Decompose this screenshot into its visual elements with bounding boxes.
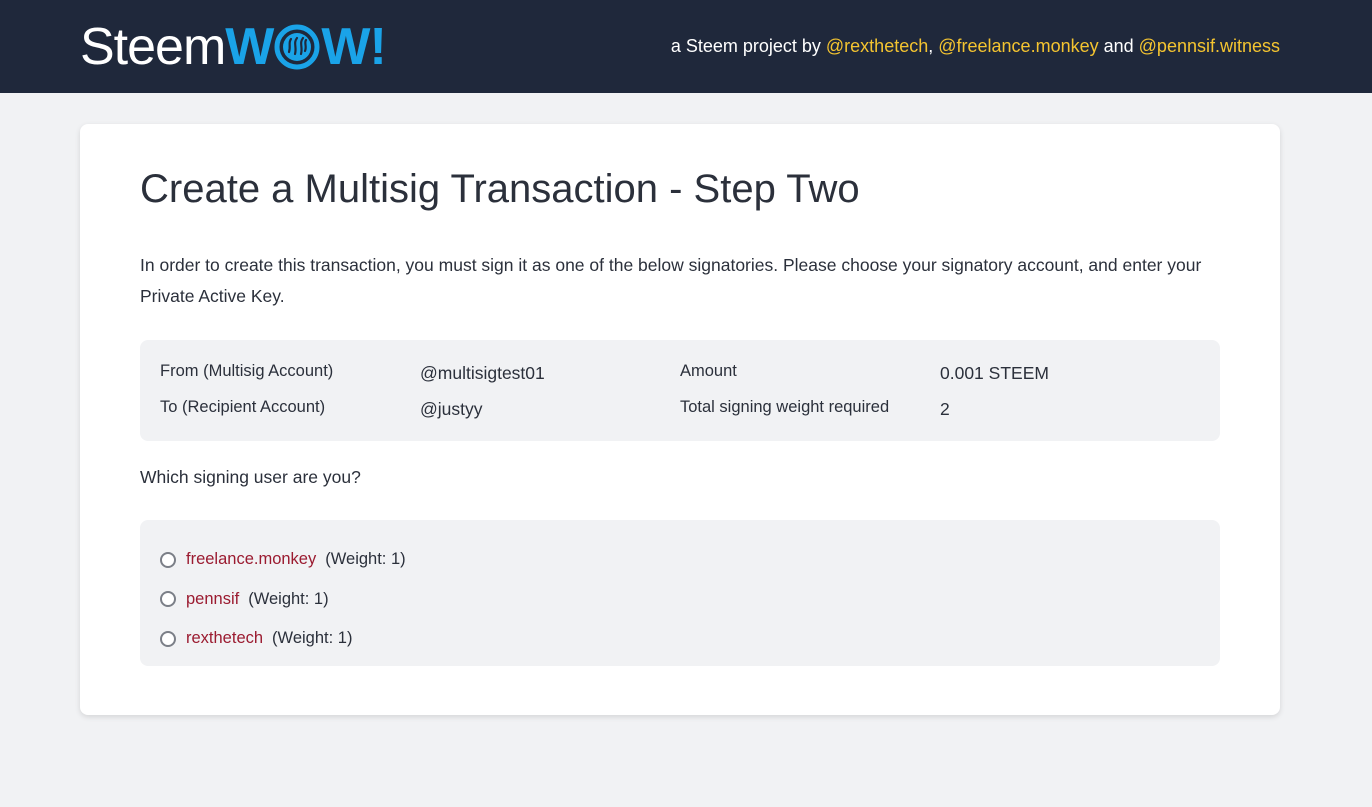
signer-option-rexthetech[interactable]: rexthetech (Weight: 1) bbox=[160, 619, 1200, 659]
amount-label: Amount bbox=[680, 362, 737, 380]
amount-value: 0.001 STEEM bbox=[940, 363, 1049, 383]
to-label: To (Recipient Account) bbox=[160, 398, 326, 416]
signer-option-freelance-monkey[interactable]: freelance.monkey (Weight: 1) bbox=[160, 540, 1200, 580]
project-byline: a Steem project by @rexthetech, @freelan… bbox=[671, 36, 1280, 57]
radio-button[interactable] bbox=[160, 630, 176, 647]
author-link-rexthetech[interactable]: @rexthetech bbox=[826, 36, 928, 56]
radio-button[interactable] bbox=[160, 551, 176, 568]
weight-value: 2 bbox=[940, 399, 950, 419]
signer-list: freelance.monkey (Weight: 1) pennsif (We… bbox=[140, 520, 1220, 666]
signer-name[interactable]: freelance.monkey bbox=[186, 550, 316, 569]
signer-option-pennsif[interactable]: pennsif (Weight: 1) bbox=[160, 580, 1200, 620]
byline-separator: , bbox=[928, 36, 939, 56]
intro-text: In order to create this transaction, you… bbox=[140, 255, 1202, 306]
steem-logo-icon bbox=[274, 24, 320, 69]
logo-text-w-bang: W! bbox=[321, 17, 386, 76]
byline-prefix: a Steem project by bbox=[670, 36, 826, 56]
signer-name[interactable]: rexthetech bbox=[186, 629, 263, 648]
radio-button[interactable] bbox=[160, 591, 176, 608]
byline-and: and bbox=[1098, 36, 1139, 56]
from-value: @multisigtest01 bbox=[420, 363, 545, 383]
author-link-freelance-monkey[interactable]: @freelance.monkey bbox=[938, 36, 1098, 56]
weight-label: Total signing weight required bbox=[680, 398, 890, 416]
logo-text-steem: Steem bbox=[80, 17, 226, 76]
top-navbar: Steem W W! a Steem project by @rexthetec… bbox=[0, 0, 1372, 93]
signer-weight: (Weight: 1) bbox=[325, 550, 406, 569]
from-label: From (Multisig Account) bbox=[160, 362, 334, 380]
signer-name[interactable]: pennsif bbox=[186, 590, 239, 609]
transaction-summary: From (Multisig Account) @multisigtest01 … bbox=[140, 340, 1220, 441]
author-link-pennsif-witness[interactable]: @pennsif.witness bbox=[1139, 36, 1280, 56]
logo-text-wow: W W! bbox=[225, 17, 387, 76]
main-card: Create a Multisig Transaction - Step Two… bbox=[80, 124, 1280, 715]
logo-text-w: W bbox=[225, 17, 274, 76]
signer-question: Which signing user are you? bbox=[140, 467, 361, 487]
signer-weight: (Weight: 1) bbox=[272, 629, 353, 648]
to-value: @justyy bbox=[420, 399, 483, 419]
page-title: Create a Multisig Transaction - Step Two bbox=[140, 167, 860, 211]
signer-weight: (Weight: 1) bbox=[248, 589, 329, 608]
steemwow-logo[interactable]: Steem W W! bbox=[80, 17, 387, 76]
